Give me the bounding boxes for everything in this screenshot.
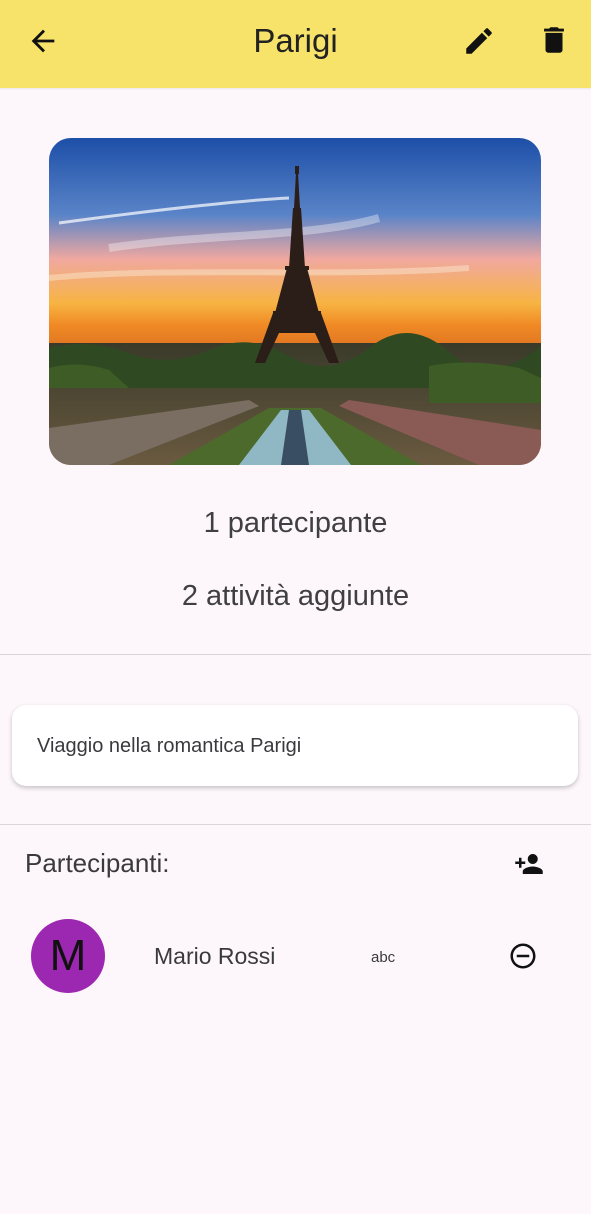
person-add-icon[interactable]	[512, 849, 546, 879]
activities-count: 2 attività aggiunte	[181, 580, 410, 612]
trash-icon[interactable]	[537, 22, 571, 58]
divider	[0, 824, 591, 825]
trip-cover-image	[49, 138, 541, 465]
participants-count: 1 partecipante	[203, 507, 388, 539]
participant-note: abc	[371, 949, 396, 966]
app-bar: Parigi	[0, 0, 591, 88]
trip-description: Viaggio nella romantica Parigi	[37, 735, 302, 757]
divider	[0, 654, 591, 655]
participant-row: M Mario Rossi abc	[0, 916, 591, 996]
pencil-icon[interactable]	[462, 24, 496, 58]
page-title: Parigi	[253, 22, 338, 59]
participant-name: Mario Rossi	[154, 943, 276, 969]
remove-circle-icon[interactable]	[508, 941, 538, 971]
avatar: M	[31, 919, 105, 993]
participants-section-title: Partecipanti:	[25, 848, 170, 878]
description-card: Viaggio nella romantica Parigi	[12, 705, 578, 786]
